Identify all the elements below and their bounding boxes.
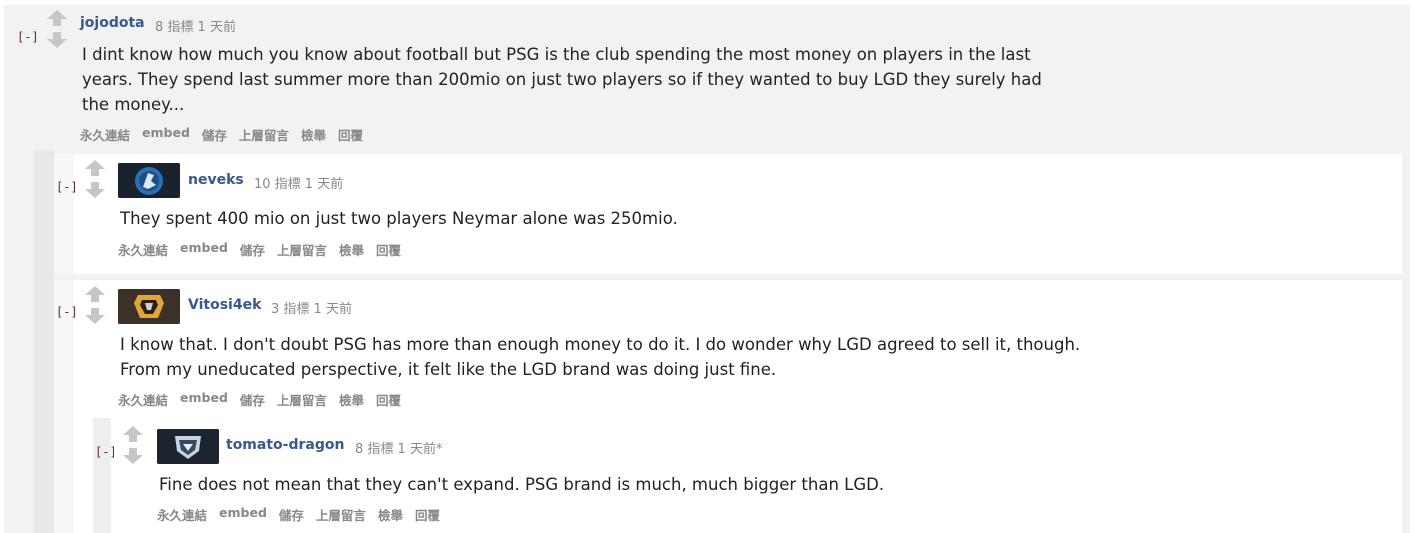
embed-link[interactable]: embed (180, 390, 228, 409)
comment-score-time: 10 指標 1 天前 (254, 177, 344, 192)
upvote-arrow-icon[interactable] (85, 160, 105, 180)
comment-actions: 永久連結 embed 儲存 上層留言 檢舉 回覆 (80, 125, 363, 144)
parent-link[interactable]: 上層留言 (239, 125, 289, 144)
permalink-link[interactable]: 永久連結 (118, 240, 168, 259)
save-link[interactable]: 儲存 (240, 390, 265, 409)
upvote-arrow-icon[interactable] (85, 286, 105, 306)
collapse-toggle[interactable]: [-] (56, 305, 78, 319)
comment-actions: 永久連結 embed 儲存 上層留言 檢舉 回覆 (118, 240, 401, 259)
virtus-pro-bear-icon (118, 289, 180, 324)
comment-line: Fine does not mean that they can't expan… (159, 475, 885, 494)
comment-score-time: 8 指標 1 天前* (355, 442, 443, 457)
comment-actions: 永久連結 embed 儲存 上層留言 檢舉 回覆 (157, 505, 440, 524)
comment-author[interactable]: tomato-dragon (226, 437, 344, 453)
parent-link[interactable]: 上層留言 (277, 240, 327, 259)
thread-rail[interactable] (93, 418, 111, 533)
report-link[interactable]: 檢舉 (301, 125, 326, 144)
comment-line: the money... (82, 95, 185, 114)
reply-link[interactable]: 回覆 (338, 125, 363, 144)
report-link[interactable]: 檢舉 (339, 390, 364, 409)
embed-link[interactable]: embed (219, 505, 267, 524)
collapse-toggle[interactable]: [-] (95, 445, 117, 459)
upvote-arrow-icon[interactable] (123, 426, 143, 446)
downvote-arrow-icon[interactable] (85, 182, 105, 202)
upvote-arrow-icon[interactable] (47, 10, 67, 30)
shield-crest-icon (157, 429, 219, 464)
save-link[interactable]: 儲存 (202, 125, 227, 144)
report-link[interactable]: 檢舉 (378, 505, 403, 524)
comment-author[interactable]: neveks (188, 172, 244, 188)
comment-body: I know that. I don't doubt PSG has more … (120, 332, 1280, 382)
comment-line: I know that. I don't doubt PSG has more … (120, 335, 1081, 354)
downvote-arrow-icon[interactable] (85, 308, 105, 328)
thread-rail[interactable] (34, 150, 54, 533)
comment-author[interactable]: Vitosi4ek (188, 297, 261, 313)
comment-score-time: 8 指標 1 天前 (155, 20, 236, 35)
permalink-link[interactable]: 永久連結 (157, 505, 207, 524)
reply-link[interactable]: 回覆 (415, 505, 440, 524)
save-link[interactable]: 儲存 (279, 505, 304, 524)
comment-line: years. They spend last summer more than … (82, 70, 1042, 89)
permalink-link[interactable]: 永久連結 (80, 125, 130, 144)
comment-score-time: 3 指標 1 天前 (271, 302, 352, 317)
embed-link[interactable]: embed (142, 125, 190, 144)
comment-body: Fine does not mean that they can't expan… (159, 472, 1259, 497)
report-link[interactable]: 檢舉 (339, 240, 364, 259)
downvote-arrow-icon[interactable] (123, 448, 143, 468)
comment-line: From my uneducated perspective, it felt … (120, 360, 777, 379)
comment-actions: 永久連結 embed 儲存 上層留言 檢舉 回覆 (118, 390, 401, 409)
save-link[interactable]: 儲存 (240, 240, 265, 259)
downvote-arrow-icon[interactable] (47, 32, 67, 52)
collapse-toggle[interactable]: [-] (56, 180, 78, 194)
team-liquid-horse-icon (118, 163, 180, 198)
embed-link[interactable]: embed (180, 240, 228, 259)
permalink-link[interactable]: 永久連結 (118, 390, 168, 409)
reply-link[interactable]: 回覆 (376, 240, 401, 259)
comment-body: I dint know how much you know about foot… (82, 42, 1182, 117)
parent-link[interactable]: 上層留言 (277, 390, 327, 409)
collapse-toggle[interactable]: [-] (17, 30, 39, 44)
comment-body: They spent 400 mio on just two players N… (120, 206, 1220, 231)
parent-link[interactable]: 上層留言 (316, 505, 366, 524)
reply-link[interactable]: 回覆 (376, 390, 401, 409)
comment-line: They spent 400 mio on just two players N… (120, 209, 678, 228)
comment-author[interactable]: jojodota (80, 15, 145, 31)
comment-line: I dint know how much you know about foot… (82, 45, 1031, 64)
